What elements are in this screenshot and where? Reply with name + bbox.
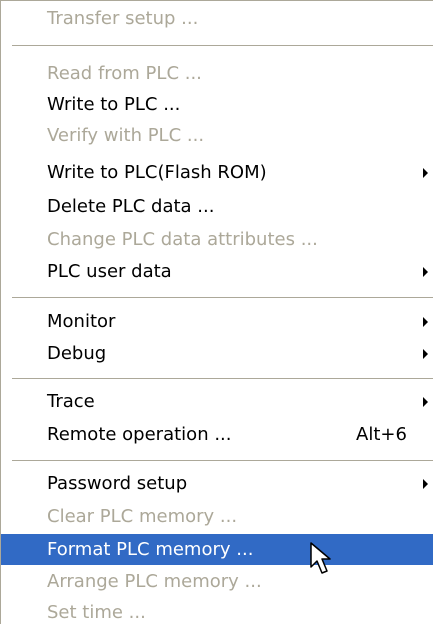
menu-item-plc-user-data[interactable]: PLC user data xyxy=(1,256,433,287)
chevron-right-icon xyxy=(423,317,428,327)
menu-item-label: Clear PLC memory ... xyxy=(47,506,238,527)
chevron-right-icon xyxy=(423,267,428,277)
plc-online-menu: Transfer setup ... Read from PLC ... Wri… xyxy=(0,0,433,624)
menu-item-remote-operation[interactable]: Remote operation ... Alt+6 xyxy=(1,419,433,450)
menu-item-change-plc-data-attributes[interactable]: Change PLC data attributes ... xyxy=(1,224,433,255)
menu-item-write-to-plc-flash-rom[interactable]: Write to PLC(Flash ROM) xyxy=(1,157,433,188)
menu-item-label: Trace xyxy=(47,391,95,412)
menu-item-label: Password setup xyxy=(47,473,188,494)
menu-item-label: Change PLC data attributes ... xyxy=(47,229,318,250)
chevron-right-icon xyxy=(423,349,428,359)
chevron-right-icon xyxy=(423,397,428,407)
chevron-right-icon xyxy=(423,168,428,178)
menu-item-debug[interactable]: Debug xyxy=(1,338,433,369)
menu-item-label: Transfer setup ... xyxy=(47,8,199,29)
menu-item-label: Monitor xyxy=(47,311,116,332)
mouse-pointer-icon xyxy=(310,542,331,574)
menu-item-password-setup[interactable]: Password setup xyxy=(1,468,433,499)
menu-item-label: Delete PLC data ... xyxy=(47,196,215,217)
menu-item-verify-with-plc[interactable]: Verify with PLC ... xyxy=(1,120,433,151)
menu-separator xyxy=(12,297,433,298)
menu-item-label: Verify with PLC ... xyxy=(47,125,205,146)
menu-separator xyxy=(12,460,433,461)
menu-item-read-from-plc[interactable]: Read from PLC ... xyxy=(1,58,433,89)
menu-item-delete-plc-data[interactable]: Delete PLC data ... xyxy=(1,191,433,222)
menu-item-set-time[interactable]: Set time ... xyxy=(1,597,433,628)
menu-item-arrange-plc-memory[interactable]: Arrange PLC memory ... xyxy=(1,566,433,597)
menu-item-label: Debug xyxy=(47,343,107,364)
menu-item-shortcut: Alt+6 xyxy=(356,424,407,445)
menu-item-trace[interactable]: Trace xyxy=(1,386,433,417)
menu-item-label: Write to PLC(Flash ROM) xyxy=(47,162,267,183)
menu-item-label: Write to PLC ... xyxy=(47,94,181,115)
menu-item-label: Set time ... xyxy=(47,602,146,623)
chevron-right-icon xyxy=(423,479,428,489)
menu-item-label: Format PLC memory ... xyxy=(47,539,254,560)
menu-separator xyxy=(12,378,433,379)
menu-item-transfer-setup[interactable]: Transfer setup ... xyxy=(1,3,433,34)
menu-item-write-to-plc[interactable]: Write to PLC ... xyxy=(1,89,433,120)
menu-separator xyxy=(12,45,433,46)
menu-item-label: Remote operation ... xyxy=(47,424,232,445)
menu-item-label: PLC user data xyxy=(47,261,172,282)
menu-item-format-plc-memory[interactable]: Format PLC memory ... xyxy=(1,534,433,565)
menu-item-monitor[interactable]: Monitor xyxy=(1,306,433,337)
menu-item-label: Read from PLC ... xyxy=(47,63,202,84)
menu-item-clear-plc-memory[interactable]: Clear PLC memory ... xyxy=(1,501,433,532)
menu-item-label: Arrange PLC memory ... xyxy=(47,571,262,592)
